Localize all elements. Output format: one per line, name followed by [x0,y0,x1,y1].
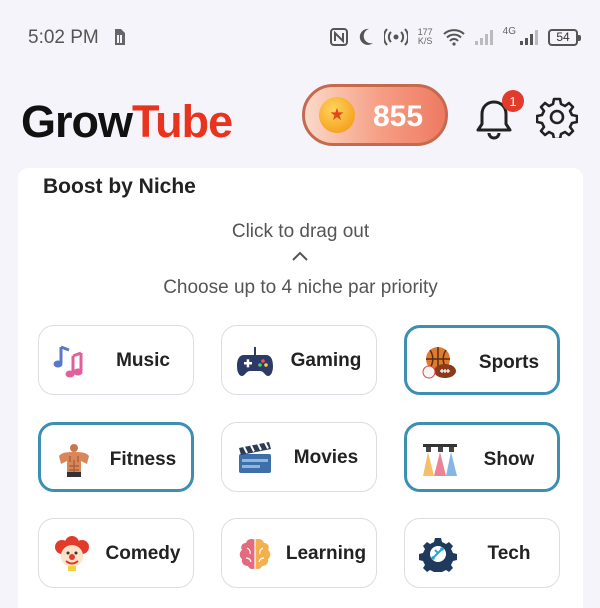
niche-label: Movies [293,447,359,468]
logo-grow: Grow [21,96,133,147]
music-notes-icon [53,345,83,378]
choose-hint: Choose up to 4 niche par priority [163,277,438,298]
signal-icon [520,30,538,45]
wifi-icon [442,29,465,46]
niche-music[interactable]: Music [38,325,194,395]
hotspot-icon [383,28,408,46]
boost-by-niche-card: Boost by Niche Click to drag out Choose … [18,168,583,608]
niche-label: Music [116,350,170,371]
net-speed: 177 K/S [418,28,433,46]
niche-gaming[interactable]: Gaming [221,325,377,395]
niche-label: Fitness [109,449,177,470]
coin-balance-button[interactable]: ★ 855 [302,84,448,146]
nfc-icon [329,28,348,46]
niche-label: Learning [285,543,367,564]
moon-icon [359,28,373,45]
niche-label: Gaming [290,350,362,371]
app-logo: GrowTube [21,96,233,148]
niche-label: Sports [478,352,540,373]
niche-movies[interactable]: Movies [221,422,377,492]
sports-balls-icon [422,347,456,379]
niche-tech[interactable]: Tech [404,518,560,588]
app-header: GrowTube ★ 855 1 [0,78,600,163]
coin-count: 855 [373,100,424,133]
drag-hint[interactable]: Click to drag out [18,221,583,243]
gear-icon[interactable] [536,96,578,138]
niche-label: Tech [487,543,531,564]
status-bar: 5:02 PM 177 K/S 4G 54 [0,0,600,75]
niche-fitness[interactable]: Fitness [38,422,194,492]
card-title: Boost by Niche [43,175,196,198]
niche-label: Comedy [105,543,181,564]
niche-sports[interactable]: Sports [404,325,560,395]
gamepad-icon [237,347,273,376]
sim-card-icon [115,29,125,45]
niche-comedy[interactable]: Comedy [38,518,194,588]
stage-lights-icon [423,444,457,476]
clown-icon [55,536,89,571]
net-speed-unit: K/S [417,36,433,46]
niche-label: Show [483,449,535,470]
network-type: 4G [502,25,516,37]
niche-show[interactable]: Show [404,422,560,492]
battery-level: 54 [556,30,570,44]
tech-gear-icon [419,538,457,572]
clapperboard-icon [239,442,271,473]
niche-learning[interactable]: Learning [221,518,377,588]
status-time: 5:02 PM [28,27,99,48]
battery-icon: 54 [548,28,581,46]
coin-icon: ★ [319,97,355,133]
logo-tube: Tube [132,96,233,147]
signal-weak-icon [474,30,493,45]
notification-badge: 1 [502,90,524,112]
muscle-torso-icon [59,444,89,477]
chevron-up-icon[interactable] [290,250,310,262]
brain-icon [239,539,271,570]
